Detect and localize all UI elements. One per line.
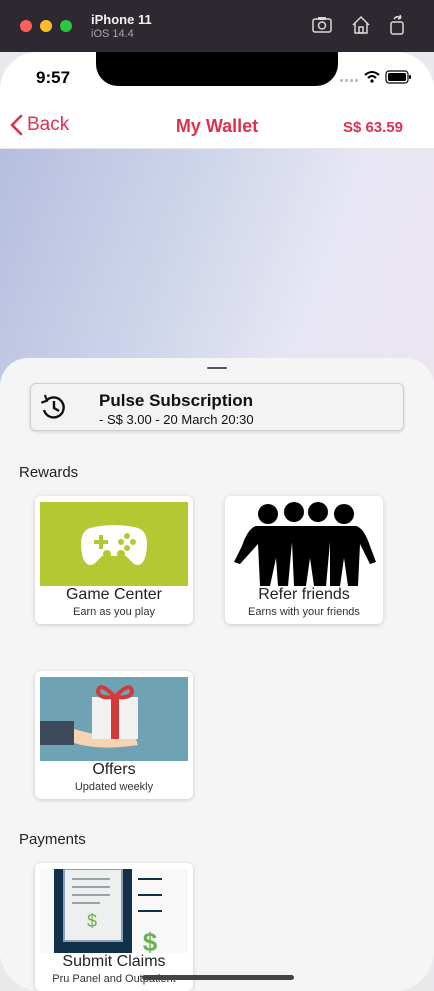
submit-claims-card[interactable]: $ $ Submit Claims Pru Panel and Outpatie… (35, 863, 193, 991)
notch (96, 52, 338, 86)
transaction-row[interactable]: Pulse Subscription - S$ 3.00 - 20 March … (30, 383, 404, 431)
wifi-icon (364, 71, 380, 79)
home-indicator[interactable] (142, 975, 294, 980)
card-title: Refer friends (258, 586, 350, 603)
rewards-heading: Rewards (19, 464, 79, 481)
wallet-header-background (0, 149, 434, 389)
battery-icon (385, 70, 411, 84)
home-icon[interactable] (350, 14, 372, 36)
phone-screen: 9:57 Back My Wallet S$ 63.59 Pulse Subsc… (0, 52, 434, 991)
chevron-left-icon (10, 114, 23, 136)
status-time: 9:57 (36, 68, 71, 87)
game-center-card[interactable]: Game Center Earn as you play (35, 496, 193, 624)
gamepad-icon (40, 502, 188, 586)
simulator-titlebar: iPhone 11 iOS 14.4 (0, 0, 434, 52)
navigation-bar: Back My Wallet S$ 63.59 (0, 110, 434, 149)
back-label: Back (27, 114, 70, 135)
svg-text:$: $ (87, 911, 97, 931)
card-title: Offers (92, 761, 136, 778)
card-title: Game Center (65, 586, 163, 603)
card-subtitle: Updated weekly (74, 781, 154, 793)
card-subtitle: Earn as you play (73, 606, 155, 618)
rotate-icon[interactable] (386, 14, 408, 36)
simulator-device-name: iPhone 11 (91, 12, 152, 27)
history-icon (40, 394, 65, 419)
signal-icon (340, 79, 358, 82)
close-window-button[interactable] (20, 20, 32, 32)
minimize-window-button[interactable] (40, 20, 52, 32)
gift-icon (40, 677, 188, 761)
refer-friends-card[interactable]: Refer friends Earns with your friends (225, 496, 383, 624)
back-button[interactable]: Back (10, 114, 69, 136)
svg-text:$: $ (143, 927, 158, 953)
zoom-window-button[interactable] (60, 20, 72, 32)
status-icons (340, 70, 411, 84)
transaction-title: Pulse Subscription (99, 391, 253, 410)
screenshot-icon[interactable] (311, 14, 333, 36)
drag-handle[interactable] (207, 367, 227, 369)
card-subtitle: Earns with your friends (248, 606, 360, 618)
wallet-sheet: Pulse Subscription - S$ 3.00 - 20 March … (0, 358, 434, 991)
transaction-detail: - S$ 3.00 - 20 March 20:30 (99, 412, 254, 427)
receipt-icon: $ $ (40, 869, 188, 953)
payments-heading: Payments (19, 831, 86, 848)
wallet-balance: S$ 63.59 (342, 119, 403, 136)
friends-icon (230, 502, 378, 586)
card-title: Submit Claims (62, 953, 166, 970)
offers-card[interactable]: Offers Updated weekly (35, 671, 193, 799)
simulator-os-version: iOS 14.4 (91, 28, 134, 40)
